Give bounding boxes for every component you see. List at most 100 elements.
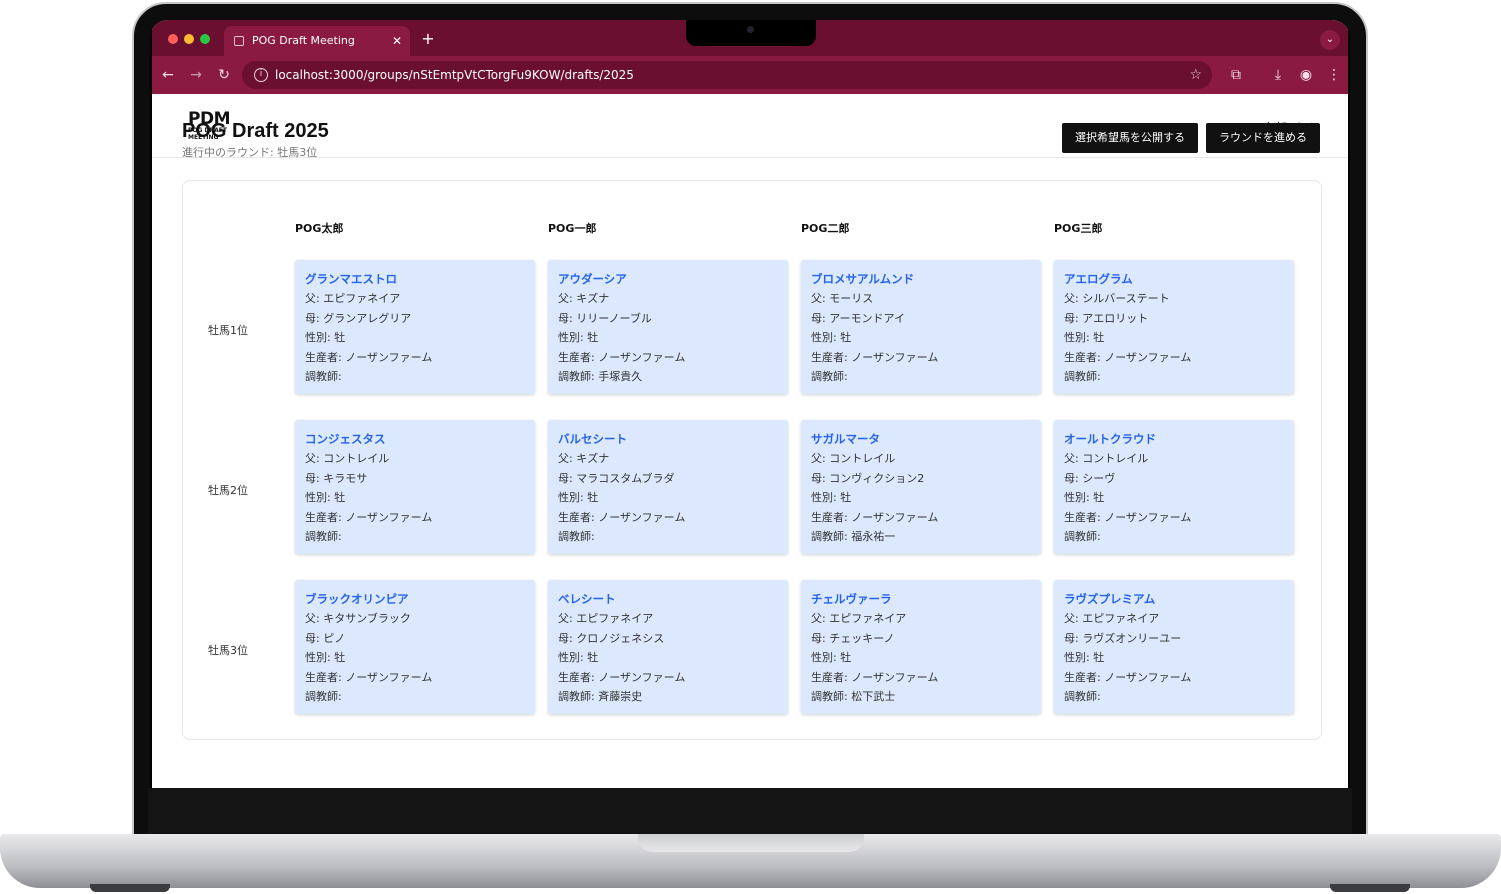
round-label: 牡馬1位 [208, 324, 248, 337]
horse-trainer: 調教師: [1064, 690, 1101, 704]
horse-card[interactable]: チェルヴァーラ 父: エピファネイア 母: チェッキーノ 性別: 牡 生産者: … [801, 580, 1041, 714]
horse-name[interactable]: サガルマータ [811, 429, 1031, 449]
horse-trainer: 調教師: [558, 530, 595, 544]
horse-card[interactable]: サガルマータ 父: コントレイル 母: コンヴィクション2 性別: 牡 生産者:… [801, 420, 1041, 554]
horse-card[interactable]: ベレシート 父: エピファネイア 母: クロノジェネシス 性別: 牡 生産者: … [548, 580, 788, 714]
horse-sire: 父: コントレイル [1064, 452, 1149, 465]
horse-trainer: 調教師: 福永祐一 [811, 530, 896, 544]
horse-trainer: 調教師: [305, 370, 342, 384]
horse-dam: 母: グランアレグリア [305, 311, 412, 325]
player-column-header: POG一郎 [548, 222, 597, 235]
horse-name[interactable]: ブロメサアルムンド [811, 269, 1031, 289]
site-info-icon[interactable]: i [254, 68, 268, 82]
horse-sire: 父: エピファネイア [811, 612, 907, 625]
horse-breeder: 生産者: ノーザンファーム [811, 670, 939, 684]
laptop-foot [1330, 884, 1410, 892]
horse-breeder: 生産者: ノーザンファーム [811, 510, 939, 524]
new-tab-button[interactable]: + [418, 26, 438, 52]
horse-dam: 母: マラコスタムブラダ [558, 471, 675, 485]
horse-sire: 父: キズナ [558, 292, 610, 305]
close-window-button[interactable] [168, 34, 178, 44]
round-label: 牡馬3位 [208, 644, 248, 657]
horse-breeder: 生産者: ノーザンファーム [305, 510, 433, 524]
horse-sex: 性別: 牡 [558, 651, 599, 665]
horse-trainer: 調教師: [305, 690, 342, 704]
horse-card[interactable]: バルセシート 父: キズナ 母: マラコスタムブラダ 性別: 牡 生産者: ノー… [548, 420, 788, 554]
horse-sire: 父: エピファネイア [1064, 612, 1160, 625]
horse-sire: 父: コントレイル [811, 452, 896, 465]
horse-sex: 性別: 牡 [811, 331, 852, 345]
player-column-header: POG二郎 [801, 222, 850, 235]
minimize-window-button[interactable] [184, 34, 194, 44]
back-icon[interactable]: ← [158, 65, 178, 85]
horse-sire: 父: シルバーステート [1064, 292, 1170, 305]
horse-dam: 母: アーモンドアイ [811, 311, 905, 325]
bookmark-star-icon[interactable]: ☆ [1189, 61, 1202, 89]
horse-trainer: 調教師: [811, 370, 848, 384]
horse-sire: 父: コントレイル [305, 452, 390, 465]
browser-toolbar: ← → ↻ i localhost:3000/groups/nStEmtpVtC… [152, 56, 1348, 94]
horse-trainer: 調教師: 松下武士 [811, 690, 896, 704]
horse-breeder: 生産者: ノーザンファーム [305, 350, 433, 364]
horse-dam: 母: ラヴズオンリーユー [1064, 631, 1182, 645]
browser-menu-icon[interactable]: ⋮ [1324, 65, 1344, 85]
horse-card[interactable]: グランマエストロ 父: エピファネイア 母: グランアレグリア 性別: 牡 生産… [295, 260, 535, 394]
profile-avatar-icon[interactable]: ◉ [1296, 65, 1316, 85]
zoom-window-button[interactable] [200, 34, 210, 44]
horse-name[interactable]: グランマエストロ [305, 269, 525, 289]
horse-trainer: 調教師: [305, 530, 342, 544]
horse-name[interactable]: コンジェスタス [305, 429, 525, 449]
horse-breeder: 生産者: ノーザンファーム [1064, 350, 1192, 364]
download-icon[interactable]: ⤓ [1268, 65, 1288, 85]
horse-sire: 父: キズナ [558, 452, 610, 465]
close-tab-icon[interactable]: ✕ [392, 26, 402, 56]
horse-sex: 性別: 牡 [305, 331, 346, 345]
horse-name[interactable]: チェルヴァーラ [811, 589, 1031, 609]
horse-dam: 母: シーヴ [1064, 471, 1116, 485]
horse-name[interactable]: ラヴズプレミアム [1064, 589, 1284, 609]
horse-card[interactable]: アエログラム 父: シルバーステート 母: アエロリット 性別: 牡 生産者: … [1054, 260, 1294, 394]
horse-breeder: 生産者: ノーザンファーム [558, 350, 686, 364]
horse-card[interactable]: ラヴズプレミアム 父: エピファネイア 母: ラヴズオンリーユー 性別: 牡 生… [1054, 580, 1294, 714]
extensions-icon[interactable]: ⧉ [1226, 65, 1246, 85]
horse-card[interactable]: オールトクラウド 父: コントレイル 母: シーヴ 性別: 牡 生産者: ノーザ… [1054, 420, 1294, 554]
horse-sex: 性別: 牡 [1064, 331, 1105, 345]
reload-icon[interactable]: ↻ [214, 65, 234, 85]
address-bar[interactable]: i localhost:3000/groups/nStEmtpVtCTorgFu… [242, 61, 1212, 89]
advance-round-button[interactable]: ラウンドを進める [1206, 123, 1320, 153]
laptop-base [0, 834, 1501, 888]
horse-breeder: 生産者: ノーザンファーム [811, 350, 939, 364]
horse-name[interactable]: オールトクラウド [1064, 429, 1284, 449]
horse-sire: 父: モーリス [811, 292, 874, 305]
horse-trainer: 調教師: 手塚貴久 [558, 370, 643, 384]
horse-card[interactable]: ブラックオリンピア 父: キタサンブラック 母: ピノ 性別: 牡 生産者: ノ… [295, 580, 535, 714]
horse-sex: 性別: 牡 [305, 491, 346, 505]
horse-name[interactable]: アエログラム [1064, 269, 1284, 289]
horse-breeder: 生産者: ノーザンファーム [1064, 670, 1192, 684]
player-column-header: POG太郎 [295, 222, 344, 235]
horse-name[interactable]: バルセシート [558, 429, 778, 449]
horse-dam: 母: リリーノーブル [558, 311, 652, 325]
horse-sex: 性別: 牡 [1064, 491, 1105, 505]
horse-card[interactable]: コンジェスタス 父: コントレイル 母: キラモサ 性別: 牡 生産者: ノーザ… [295, 420, 535, 554]
horse-card[interactable]: ブロメサアルムンド 父: モーリス 母: アーモンドアイ 性別: 牡 生産者: … [801, 260, 1041, 394]
url-text[interactable]: localhost:3000/groups/nStEmtpVtCTorgFu9K… [275, 61, 634, 89]
laptop-lid: POG Draft Meeting ✕ + ⌄ ← → ↻ i localhos… [132, 2, 1368, 836]
horse-dam: 母: チェッキーノ [811, 631, 895, 645]
tab-search-button[interactable]: ⌄ [1320, 30, 1340, 50]
screen-area: POG Draft Meeting ✕ + ⌄ ← → ↻ i localhos… [150, 20, 1350, 820]
horse-sire: 父: エピファネイア [558, 612, 654, 625]
player-column-header: POG三郎 [1054, 222, 1103, 235]
publish-selection-button[interactable]: 選択希望馬を公開する [1062, 123, 1198, 153]
horse-name[interactable]: ベレシート [558, 589, 778, 609]
forward-icon[interactable]: → [186, 65, 206, 85]
horse-breeder: 生産者: ノーザンファーム [558, 670, 686, 684]
horse-name[interactable]: ブラックオリンピア [305, 589, 525, 609]
horse-sex: 性別: 牡 [1064, 651, 1105, 665]
horse-sex: 性別: 牡 [811, 491, 852, 505]
horse-sire: 父: キタサンブラック [305, 612, 411, 625]
tab-pog-draft-meeting[interactable]: POG Draft Meeting ✕ [224, 26, 410, 56]
horse-name[interactable]: アウダーシア [558, 269, 778, 289]
horse-sex: 性別: 牡 [305, 651, 346, 665]
horse-card[interactable]: アウダーシア 父: キズナ 母: リリーノーブル 性別: 牡 生産者: ノーザン… [548, 260, 788, 394]
